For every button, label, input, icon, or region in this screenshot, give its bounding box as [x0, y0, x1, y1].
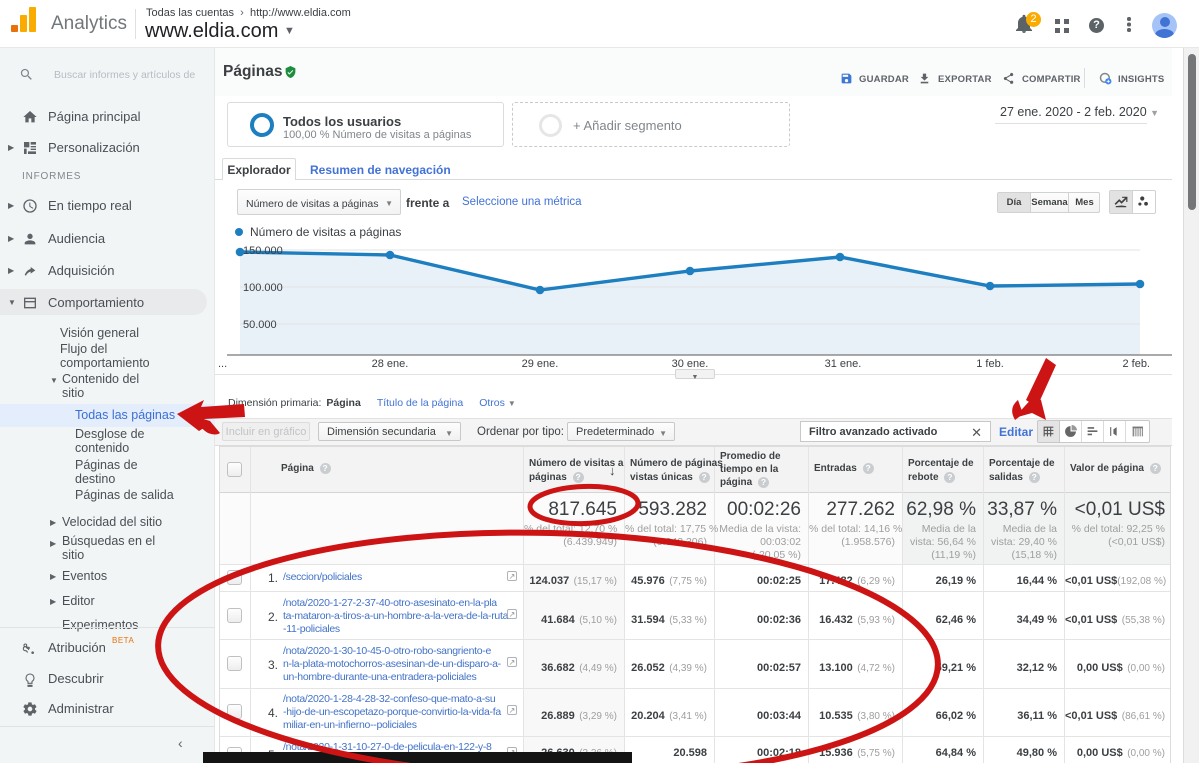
svg-text:31 ene.: 31 ene.: [825, 358, 862, 370]
svg-text:1 feb.: 1 feb.: [976, 358, 1004, 370]
svg-text:150.000: 150.000: [243, 245, 283, 257]
svg-text:2 feb.: 2 feb.: [1122, 358, 1150, 370]
svg-text:28 ene.: 28 ene.: [372, 358, 409, 370]
svg-text:100.000: 100.000: [243, 282, 283, 294]
svg-text:29 ene.: 29 ene.: [522, 358, 559, 370]
